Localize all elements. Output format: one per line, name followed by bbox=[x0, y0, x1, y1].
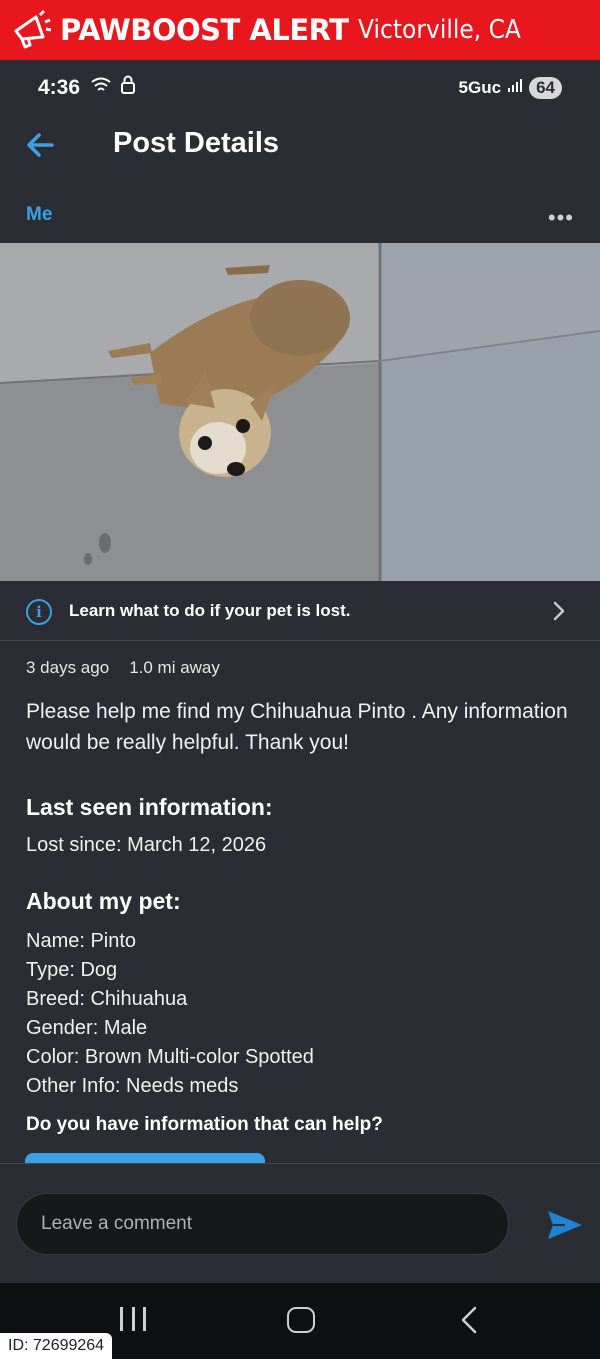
about-type: Type: Dog bbox=[26, 959, 118, 981]
lock-icon bbox=[120, 75, 136, 100]
wifi-icon bbox=[90, 76, 112, 99]
post-description: Please help me find my Chihuahua Pinto .… bbox=[26, 700, 568, 754]
lost-pet-info-link[interactable]: i Learn what to do if your pet is lost. bbox=[0, 583, 600, 641]
distance: 1.0 mi away bbox=[129, 658, 220, 677]
last-seen-heading: Last seen information: bbox=[26, 794, 273, 820]
arrow-left-icon[interactable] bbox=[22, 127, 60, 163]
app-header: Post Details bbox=[0, 115, 600, 175]
page-title: Post Details bbox=[113, 127, 279, 159]
author-name[interactable]: Me bbox=[26, 204, 52, 226]
megaphone-icon bbox=[8, 7, 54, 53]
about-list: Name: Pinto Type: Dog Breed: Chihuahua G… bbox=[26, 927, 314, 1101]
lost-since: Lost since: March 12, 2026 bbox=[26, 834, 267, 856]
info-icon: i bbox=[26, 599, 52, 625]
network-label: 5Guc bbox=[458, 77, 502, 97]
home-icon[interactable] bbox=[287, 1307, 315, 1333]
about-other-info: Other Info: Needs meds bbox=[26, 1075, 239, 1097]
image-id-watermark: ID: 72699264 bbox=[0, 1333, 113, 1359]
status-bar: 4:36 5Guc 64 bbox=[0, 60, 600, 115]
pet-photo[interactable] bbox=[0, 243, 600, 581]
banner-city: Victorville, CA bbox=[358, 15, 522, 45]
help-question: Do you have information that can help? bbox=[26, 1114, 383, 1135]
alert-banner: PAWBOOST ALERT Victorville, CA bbox=[0, 0, 600, 60]
send-icon[interactable] bbox=[545, 1208, 585, 1242]
status-time: 4:36 bbox=[38, 75, 81, 99]
about-name: Name: Pinto bbox=[26, 930, 137, 952]
recent-apps-icon[interactable] bbox=[120, 1307, 146, 1331]
banner-title: PAWBOOST ALERT bbox=[60, 13, 349, 47]
back-icon[interactable] bbox=[458, 1305, 480, 1335]
signal-icon bbox=[507, 77, 523, 98]
about-heading: About my pet: bbox=[26, 888, 181, 914]
time-ago: 3 days ago bbox=[26, 658, 110, 677]
about-color: Color: Brown Multi-color Spotted bbox=[26, 1046, 314, 1068]
post-author-row: Me ••• bbox=[0, 195, 600, 239]
post-meta: 3 days ago 1.0 mi away bbox=[26, 658, 220, 678]
battery-indicator: 64 bbox=[529, 76, 562, 99]
comment-input[interactable] bbox=[16, 1193, 509, 1255]
chevron-right-icon bbox=[552, 601, 566, 627]
about-breed: Breed: Chihuahua bbox=[26, 988, 188, 1010]
about-gender: Gender: Male bbox=[26, 1017, 148, 1039]
more-horizontal-icon[interactable]: ••• bbox=[548, 205, 574, 231]
info-link-text: Learn what to do if your pet is lost. bbox=[69, 601, 351, 620]
comment-bar bbox=[0, 1163, 600, 1283]
